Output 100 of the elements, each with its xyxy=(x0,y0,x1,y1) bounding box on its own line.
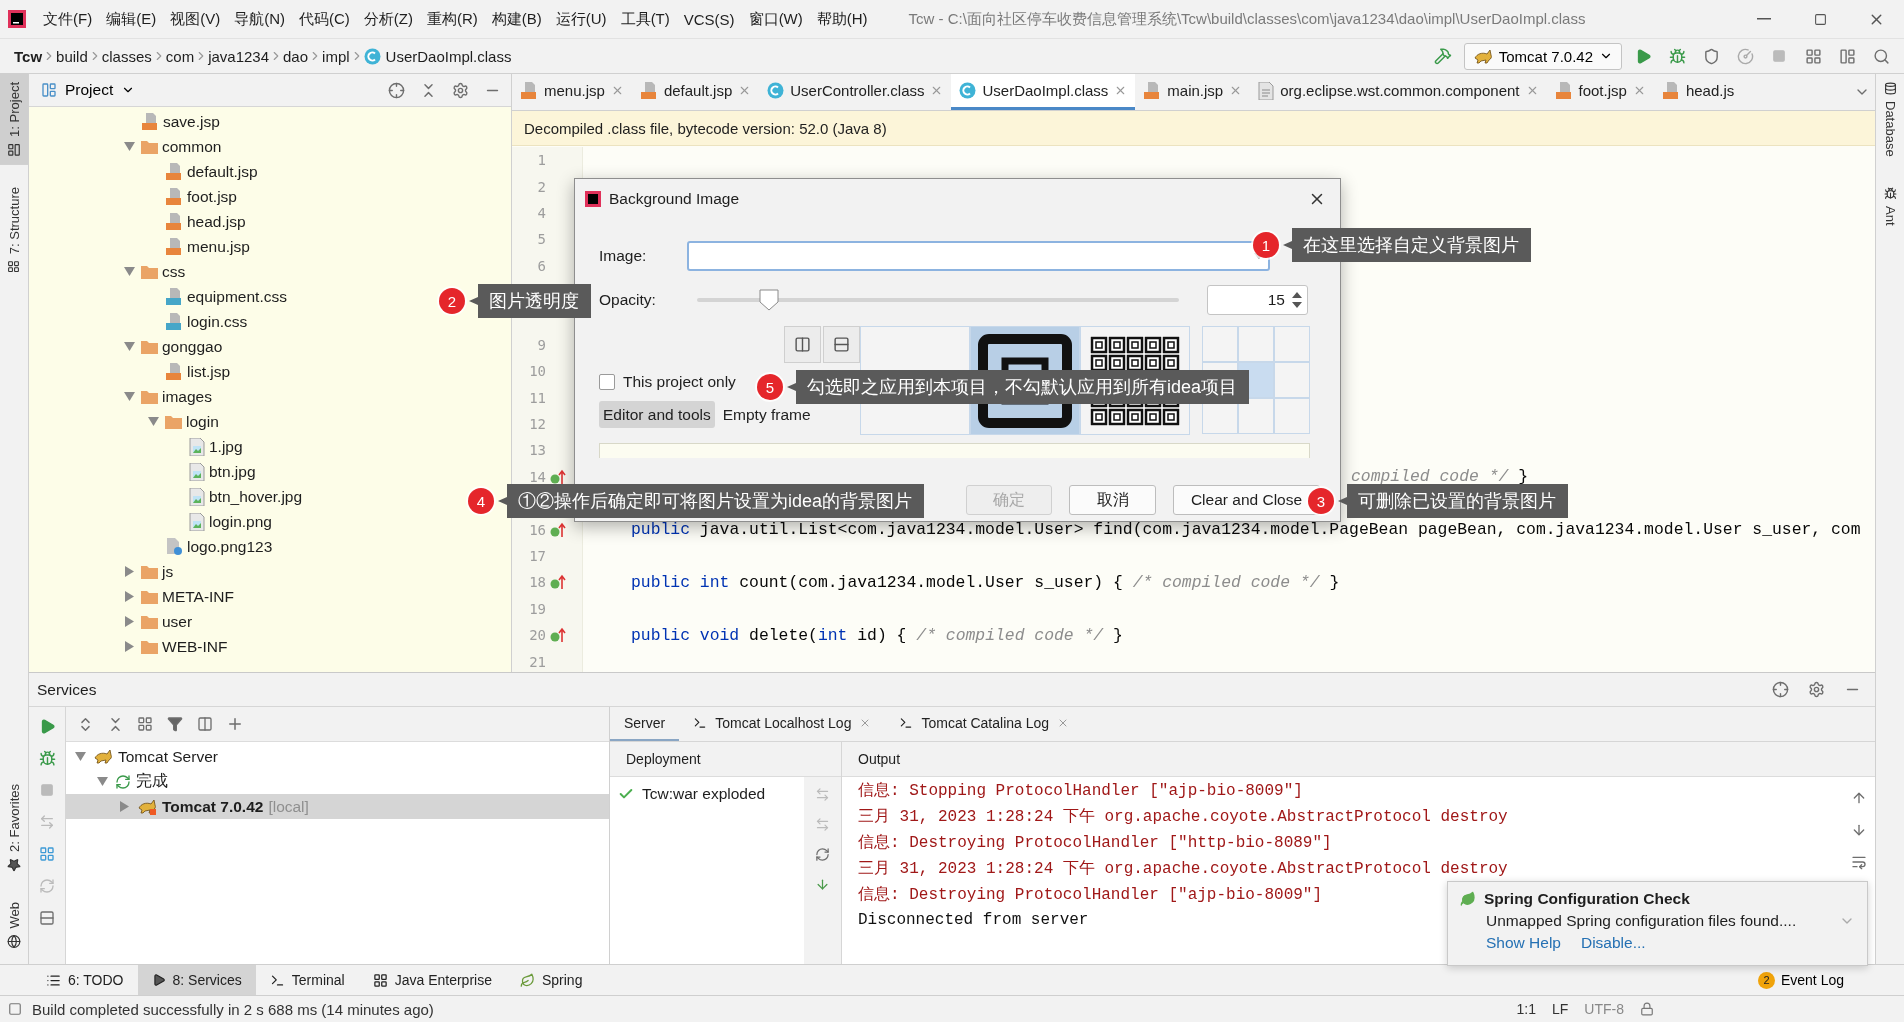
deployment-item[interactable]: Tcw:war exploded xyxy=(610,781,804,807)
file-tree-item[interactable]: user xyxy=(121,609,193,634)
breadcrumb-item[interactable]: build xyxy=(56,47,88,65)
tool-window-tab[interactable]: 1: Project xyxy=(0,74,28,165)
menu-item[interactable]: VCS(S) xyxy=(676,6,742,32)
window-title: Tcw - C:\面向社区停车收费信息管理系统\Tcw\build\classes\com\java1234\dao\impl\UserDaoImpl.class xyxy=(908,9,1586,29)
console-line: Disconnected from server xyxy=(858,910,1089,931)
annotation-tooltip: 勾选即之应用到本项目，不勾默认应用到所有idea项目 xyxy=(787,370,1250,404)
target-tab[interactable]: Editor and tools xyxy=(599,401,715,428)
breadcrumb-item[interactable]: impl xyxy=(322,47,350,65)
breadcrumb-item[interactable]: java1234 xyxy=(208,47,270,65)
log-tab[interactable]: Tomcat Localhost Log xyxy=(679,707,886,741)
notification-link[interactable]: Disable... xyxy=(1580,934,1646,952)
file-tree-item[interactable]: images xyxy=(121,384,212,409)
file-tree-item[interactable]: head.jsp xyxy=(145,209,246,234)
editor-tab[interactable]: main.jsp xyxy=(1135,74,1251,110)
editor-tab[interactable]: org.eclipse.wst.common.component xyxy=(1250,74,1547,110)
tool-window-tab[interactable]: Web xyxy=(0,893,28,956)
file-tree-item[interactable]: gonggao xyxy=(121,334,223,359)
file-tree-item[interactable]: logo.png123 xyxy=(145,534,273,559)
menu-item[interactable]: 文件(F) xyxy=(36,5,100,33)
menu-item[interactable]: 分析(Z) xyxy=(356,5,420,33)
file-tree-item[interactable]: btn.jpg xyxy=(169,459,256,484)
file-tree-item[interactable]: WEB-INF xyxy=(121,634,228,659)
target-tab[interactable]: Empty frame xyxy=(718,401,815,428)
project-only-checkbox[interactable]: This project only xyxy=(599,373,736,391)
menu-item[interactable]: 帮助(H) xyxy=(809,5,875,33)
file-tree-item[interactable]: default.jsp xyxy=(145,159,258,184)
file-tree-item[interactable]: css xyxy=(121,259,186,284)
run-configuration-dropdown[interactable]: Tomcat 7.0.42 xyxy=(1463,42,1622,70)
file-tree-item[interactable]: login.css xyxy=(145,309,248,334)
file-tree-item[interactable]: btn_hover.jpg xyxy=(169,484,303,509)
menu-item[interactable]: 构建(B) xyxy=(484,5,549,33)
menu-item[interactable]: 运行(U) xyxy=(548,5,614,33)
breadcrumb-item[interactable]: com xyxy=(165,47,195,65)
line-number: 13 xyxy=(528,442,546,459)
console-line: 信息: Destroying ProtocolHandler ["http-bio-8089"] xyxy=(858,832,1332,854)
line-number: 2 xyxy=(536,178,546,195)
log-tab[interactable]: Server xyxy=(610,707,680,741)
line-number: 20 xyxy=(528,627,546,644)
breadcrumb-item[interactable]: classes xyxy=(101,47,152,65)
menu-item[interactable]: 视图(V) xyxy=(163,5,228,33)
editor-tab[interactable]: UserDaoImpl.class xyxy=(951,74,1136,110)
menu-item[interactable]: 导航(N) xyxy=(227,5,292,33)
line-number: 16 xyxy=(528,521,546,538)
code-line: compiled code */ } xyxy=(1351,467,1529,487)
file-tree-item[interactable]: equipment.css xyxy=(145,284,287,309)
menu-item[interactable]: 工具(T) xyxy=(613,5,677,33)
tool-window-tab[interactable]: Database xyxy=(1876,74,1904,165)
breadcrumb-item[interactable]: Tcw xyxy=(14,47,43,65)
editor-tab[interactable]: menu.jsp xyxy=(512,74,632,110)
line-number: 1 xyxy=(536,152,546,169)
file-tree-item[interactable]: 1.jpg xyxy=(169,434,243,459)
annotation-tooltip: 可删除已设置的背景图片 xyxy=(1338,484,1568,518)
console-line: 信息: Destroying ProtocolHandler ["ajp-bio-8009"] xyxy=(858,884,1323,906)
line-number: 17 xyxy=(528,548,546,565)
file-tree-item[interactable]: foot.jsp xyxy=(145,184,237,209)
menu-item[interactable]: 编辑(E) xyxy=(99,5,164,33)
dialog-button[interactable]: 取消 xyxy=(1069,485,1156,515)
tool-tab[interactable]: Terminal xyxy=(255,965,359,995)
notification-link[interactable]: Show Help xyxy=(1486,934,1561,952)
file-tree-item[interactable]: login.png xyxy=(169,509,272,534)
editor-tab[interactable]: default.jsp xyxy=(631,74,760,110)
breadcrumb-item[interactable]: UserDaoImpl.class xyxy=(363,47,512,65)
file-encoding: UTF-8 xyxy=(1584,1001,1624,1017)
code-line: public void delete(int id) { /* compiled code */ } xyxy=(631,625,1123,645)
menu-item[interactable]: 重构(R) xyxy=(419,5,485,33)
file-tree-item[interactable]: menu.jsp xyxy=(145,234,250,259)
service-tree-item[interactable]: Tomcat 7.0.42 [local] xyxy=(66,794,609,819)
project-view-dropdown[interactable]: Project xyxy=(37,81,140,99)
field-label: Image: xyxy=(599,247,648,265)
editor-tab[interactable]: head.js xyxy=(1653,74,1743,110)
breadcrumb-item[interactable]: dao xyxy=(283,47,309,65)
annotation-tooltip: 图片透明度 xyxy=(469,284,591,318)
service-tree-item[interactable]: Tomcat Server xyxy=(66,744,609,769)
file-tree-item[interactable]: js xyxy=(121,559,174,584)
step-number-tooltip: 1 xyxy=(1253,232,1279,258)
opacity-spinner[interactable]: 15 xyxy=(1207,285,1308,315)
file-tree-item[interactable]: login xyxy=(145,409,219,434)
annotation-tooltip: ①②操作后确定即可将图片设置为idea的背景图片 xyxy=(498,484,925,518)
menu-item[interactable]: 代码(C) xyxy=(292,5,357,33)
tool-window-tab[interactable]: 7: Structure xyxy=(0,178,28,282)
panel-title: Services xyxy=(37,680,97,699)
tool-tab[interactable]: Java Enterprise xyxy=(358,965,506,995)
tool-window-tab[interactable]: Ant xyxy=(1876,178,1904,234)
tool-tab[interactable]: 6: TODO xyxy=(32,965,138,995)
tool-window-tab[interactable]: 2: Favorites xyxy=(0,775,28,880)
editor-tab[interactable]: UserController.class xyxy=(759,74,952,110)
log-tab[interactable]: Tomcat Catalina Log xyxy=(885,707,1084,741)
file-tree-item[interactable]: list.jsp xyxy=(145,359,231,384)
service-tree-item[interactable]: 完成 xyxy=(66,769,609,794)
tool-tab[interactable]: 8: Services xyxy=(137,965,256,995)
cursor-position: 1:1 xyxy=(1516,1001,1536,1017)
file-tree-item[interactable]: common xyxy=(121,134,222,159)
tool-tab[interactable]: Spring xyxy=(505,965,597,995)
menu-item[interactable]: 窗口(W) xyxy=(741,5,810,33)
file-tree-item[interactable]: save.jsp xyxy=(121,109,220,134)
file-tree-item[interactable]: META-INF xyxy=(121,584,235,609)
editor-tab[interactable]: foot.jsp xyxy=(1546,74,1654,110)
line-number: 18 xyxy=(528,574,546,591)
